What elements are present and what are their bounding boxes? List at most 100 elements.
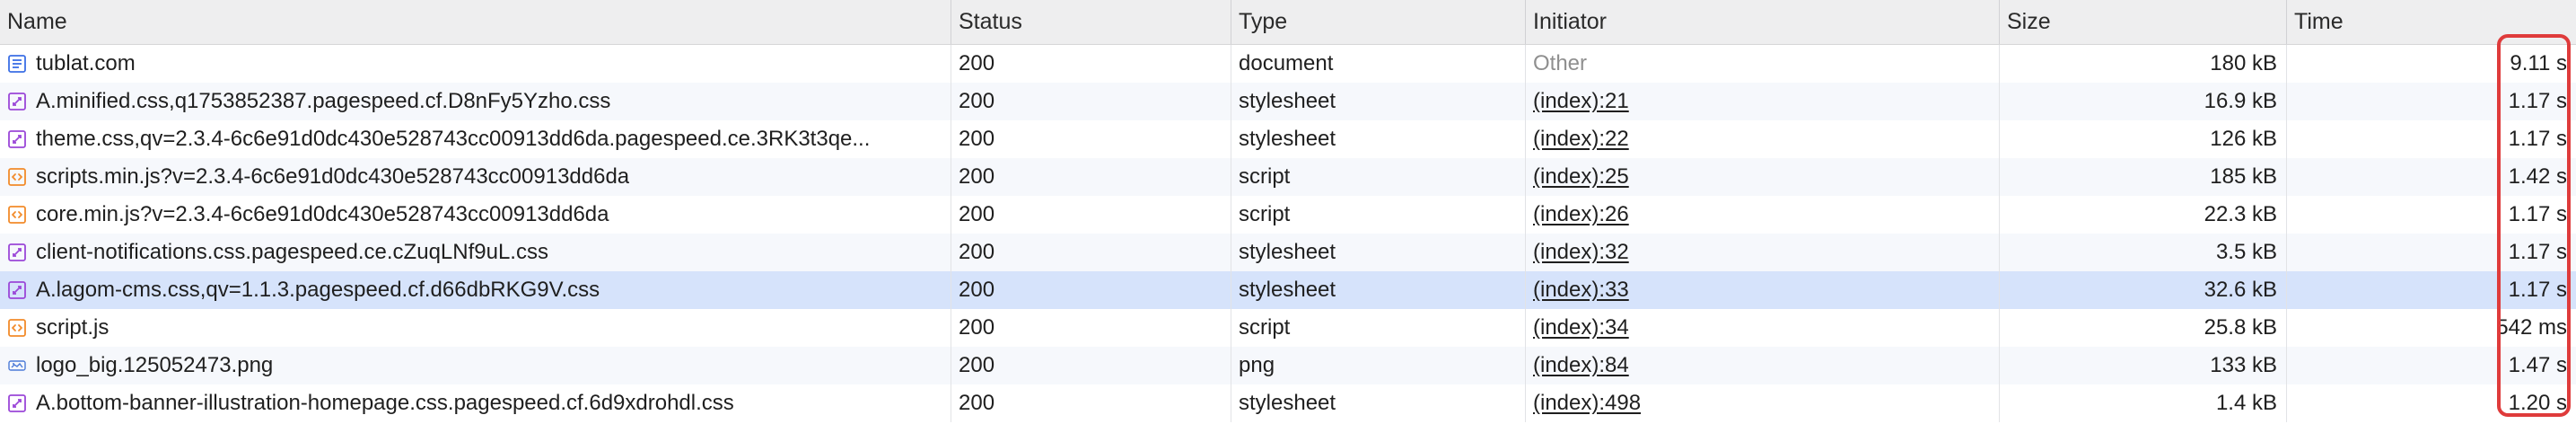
- script-icon: [7, 205, 27, 225]
- initiator-link[interactable]: (index):32: [1533, 240, 1629, 265]
- type-cell: script: [1231, 196, 1526, 234]
- name-cell[interactable]: tublat.com: [0, 45, 951, 83]
- type-cell: stylesheet: [1231, 83, 1526, 120]
- time-cell: 1.17 s: [2508, 89, 2567, 113]
- status-cell: 200: [951, 309, 1231, 347]
- time-cell: 1.47 s: [2508, 353, 2567, 377]
- initiator-link[interactable]: (index):26: [1533, 202, 1629, 227]
- name-cell[interactable]: A.minified.css,q1753852387.pagespeed.cf.…: [0, 83, 951, 120]
- time-cell: 1.20 s: [2508, 391, 2567, 415]
- time-cell: 1.17 s: [2508, 202, 2567, 226]
- size-cell: 25.8 kB: [2000, 309, 2287, 347]
- table-row[interactable]: script.js 200 script (index):34 25.8 kB …: [0, 309, 2576, 347]
- initiator-link[interactable]: (index):34: [1533, 315, 1629, 340]
- status-cell: 200: [951, 384, 1231, 422]
- type-cell: stylesheet: [1231, 120, 1526, 158]
- request-name: logo_big.125052473.png: [36, 353, 274, 377]
- initiator-cell: (index):32: [1526, 234, 2000, 271]
- size-cell: 126 kB: [2000, 120, 2287, 158]
- size-cell: 133 kB: [2000, 347, 2287, 384]
- stylesheet-icon: [7, 92, 27, 111]
- initiator-link[interactable]: (index):33: [1533, 278, 1629, 303]
- name-cell[interactable]: logo_big.125052473.png: [0, 347, 951, 384]
- column-header-size[interactable]: Size: [2000, 0, 2287, 44]
- initiator-cell: (index):33: [1526, 271, 2000, 309]
- status-cell: 200: [951, 271, 1231, 309]
- name-cell[interactable]: scripts.min.js?v=2.3.4-6c6e91d0dc430e528…: [0, 158, 951, 196]
- initiator-cell: Other: [1526, 45, 2000, 83]
- table-body: tublat.com 200 document Other 180 kB 9.1…: [0, 45, 2576, 422]
- request-name: scripts.min.js?v=2.3.4-6c6e91d0dc430e528…: [36, 164, 630, 189]
- image-icon: [7, 356, 27, 375]
- initiator-link[interactable]: (index):498: [1533, 391, 1641, 416]
- initiator-cell: (index):498: [1526, 384, 2000, 422]
- status-cell: 200: [951, 120, 1231, 158]
- name-cell[interactable]: theme.css,qv=2.3.4-6c6e91d0dc430e528743c…: [0, 120, 951, 158]
- request-name: client-notifications.css.pagespeed.ce.cZ…: [36, 240, 548, 264]
- initiator-link[interactable]: (index):21: [1533, 89, 1629, 114]
- table-header-row: Name Status Type Initiator Size Time: [0, 0, 2576, 45]
- type-cell: stylesheet: [1231, 234, 1526, 271]
- stylesheet-icon: [7, 280, 27, 300]
- status-cell: 200: [951, 196, 1231, 234]
- initiator-link[interactable]: (index):25: [1533, 164, 1629, 190]
- initiator-cell: (index):21: [1526, 83, 2000, 120]
- request-name: script.js: [36, 315, 110, 340]
- column-header-initiator[interactable]: Initiator: [1526, 0, 2000, 44]
- request-name: tublat.com: [36, 51, 136, 75]
- size-cell: 16.9 kB: [2000, 83, 2287, 120]
- stylesheet-icon: [7, 129, 27, 149]
- initiator-cell: (index):84: [1526, 347, 2000, 384]
- status-cell: 200: [951, 234, 1231, 271]
- table-row[interactable]: theme.css,qv=2.3.4-6c6e91d0dc430e528743c…: [0, 120, 2576, 158]
- request-name: core.min.js?v=2.3.4-6c6e91d0dc430e528743…: [36, 202, 609, 226]
- size-cell: 1.4 kB: [2000, 384, 2287, 422]
- request-name: A.minified.css,q1753852387.pagespeed.cf.…: [36, 89, 611, 113]
- initiator-text: Other: [1533, 51, 1588, 75]
- request-name: A.lagom-cms.css,qv=1.1.3.pagespeed.cf.d6…: [36, 278, 600, 302]
- script-icon: [7, 318, 27, 338]
- column-header-time[interactable]: Time: [2287, 0, 2576, 44]
- initiator-cell: (index):22: [1526, 120, 2000, 158]
- name-cell[interactable]: script.js: [0, 309, 951, 347]
- column-header-name[interactable]: Name: [0, 0, 951, 44]
- name-cell[interactable]: client-notifications.css.pagespeed.ce.cZ…: [0, 234, 951, 271]
- table-row[interactable]: core.min.js?v=2.3.4-6c6e91d0dc430e528743…: [0, 196, 2576, 234]
- size-cell: 32.6 kB: [2000, 271, 2287, 309]
- table-row[interactable]: A.minified.css,q1753852387.pagespeed.cf.…: [0, 83, 2576, 120]
- table-row[interactable]: A.lagom-cms.css,qv=1.1.3.pagespeed.cf.d6…: [0, 271, 2576, 309]
- initiator-cell: (index):26: [1526, 196, 2000, 234]
- time-cell: 9.11 s: [2510, 51, 2567, 75]
- time-cell: 1.17 s: [2508, 127, 2567, 151]
- time-cell: 542 ms: [2496, 315, 2567, 340]
- name-cell[interactable]: A.lagom-cms.css,qv=1.1.3.pagespeed.cf.d6…: [0, 271, 951, 309]
- table-row[interactable]: logo_big.125052473.png 200 png (index):8…: [0, 347, 2576, 384]
- initiator-link[interactable]: (index):84: [1533, 353, 1629, 378]
- table-row[interactable]: tublat.com 200 document Other 180 kB 9.1…: [0, 45, 2576, 83]
- table-row[interactable]: A.bottom-banner-illustration-homepage.cs…: [0, 384, 2576, 422]
- initiator-cell: (index):34: [1526, 309, 2000, 347]
- type-cell: stylesheet: [1231, 271, 1526, 309]
- stylesheet-icon: [7, 393, 27, 413]
- size-cell: 185 kB: [2000, 158, 2287, 196]
- network-panel: Name Status Type Initiator Size Time tub…: [0, 0, 2576, 424]
- table-row[interactable]: client-notifications.css.pagespeed.ce.cZ…: [0, 234, 2576, 271]
- name-cell[interactable]: A.bottom-banner-illustration-homepage.cs…: [0, 384, 951, 422]
- type-cell: document: [1231, 45, 1526, 83]
- table-row[interactable]: scripts.min.js?v=2.3.4-6c6e91d0dc430e528…: [0, 158, 2576, 196]
- status-cell: 200: [951, 347, 1231, 384]
- request-name: A.bottom-banner-illustration-homepage.cs…: [36, 391, 734, 415]
- column-header-type[interactable]: Type: [1231, 0, 1526, 44]
- time-cell: 1.42 s: [2508, 164, 2567, 189]
- document-icon: [7, 54, 27, 74]
- type-cell: script: [1231, 158, 1526, 196]
- time-cell: 1.17 s: [2508, 278, 2567, 302]
- initiator-link[interactable]: (index):22: [1533, 127, 1629, 152]
- column-header-status[interactable]: Status: [951, 0, 1231, 44]
- status-cell: 200: [951, 83, 1231, 120]
- name-cell[interactable]: core.min.js?v=2.3.4-6c6e91d0dc430e528743…: [0, 196, 951, 234]
- network-requests-table: Name Status Type Initiator Size Time tub…: [0, 0, 2576, 424]
- status-cell: 200: [951, 45, 1231, 83]
- type-cell: script: [1231, 309, 1526, 347]
- status-cell: 200: [951, 158, 1231, 196]
